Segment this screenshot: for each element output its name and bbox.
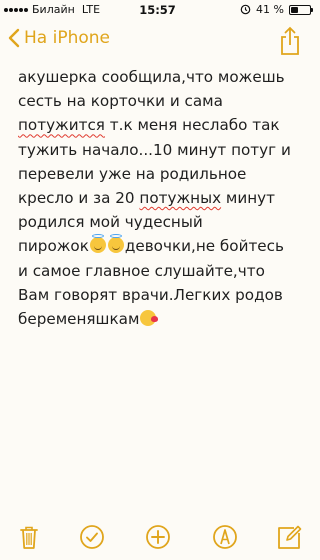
checklist-icon (80, 525, 104, 549)
note-text: акушерка сообщила,что можешь (18, 68, 285, 86)
trash-icon (20, 526, 38, 549)
bottom-toolbar (0, 516, 315, 560)
alarm-icon (240, 4, 251, 15)
status-right: 41 % (240, 3, 313, 16)
battery-icon (289, 4, 313, 15)
compose-icon (278, 525, 302, 549)
note-text: Вам говорят врачи.Легких родов (18, 285, 283, 304)
note-line: и самое главное слушайте,что (18, 259, 308, 283)
note-body[interactable]: акушерка сообщила,что можешь сесть на ко… (18, 65, 308, 331)
battery-fill (291, 6, 299, 13)
note-line: пирожок девочки,не бойтесь (18, 234, 308, 258)
chevron-left-icon (8, 28, 20, 48)
note-line: беременяшкам (18, 307, 308, 331)
kiss-emoji-icon (140, 310, 159, 327)
note-line: Вам говорят врачи.Легких родов (18, 283, 308, 307)
compose-button[interactable] (274, 522, 304, 552)
note-line: родился мой чудесный (18, 210, 308, 234)
note-text: девочки,не бойтесь (124, 237, 284, 256)
smiling-halo-emoji-icon (107, 234, 124, 254)
note-text: родился мой чудесный (18, 213, 203, 232)
note-line: тужить начало...10 минут потуг и (18, 138, 308, 162)
note-text: минут (225, 189, 275, 208)
markup-icon (213, 525, 237, 549)
note-line: акушерка сообщила,что можешь (18, 65, 308, 89)
misspelled-word[interactable]: потужится (18, 116, 105, 134)
note-text: перевели уже на родильное (18, 164, 247, 183)
note-text: тужить начало...10 минут потуг и (18, 140, 291, 159)
status-bar: Билайн LTE 15:57 41 % (0, 0, 315, 20)
checklist-button[interactable] (77, 522, 107, 552)
add-icon (146, 525, 170, 549)
note-line: потужится т.к меня неслабо так (18, 113, 308, 137)
markup-button[interactable] (210, 522, 240, 552)
note-text: беременяшкам (18, 310, 140, 329)
navigation-bar: На iPhone (0, 20, 315, 64)
note-text: и самое главное слушайте,что (18, 261, 265, 280)
share-button[interactable] (279, 26, 301, 60)
note-text: т.к меня неслабо так (109, 116, 280, 135)
note-line: сесть на корточки и сама (18, 89, 308, 113)
share-icon (281, 26, 299, 55)
note-text: сесть на корточки и сама (18, 92, 223, 111)
note-line: перевели уже на родильное (18, 162, 308, 186)
back-button-label: На iPhone (24, 28, 110, 48)
delete-button[interactable] (14, 522, 44, 552)
add-button[interactable] (143, 522, 173, 552)
back-button[interactable]: На iPhone (8, 28, 110, 48)
note-line: кресло и за 20 потужных минут (18, 186, 308, 210)
smiling-halo-emoji-icon (89, 234, 106, 254)
note-text: пирожок (18, 237, 89, 256)
battery-percentage: 41 % (256, 3, 284, 16)
note-text: кресло и за 20 (18, 189, 135, 208)
misspelled-word[interactable]: потужных (139, 189, 221, 207)
